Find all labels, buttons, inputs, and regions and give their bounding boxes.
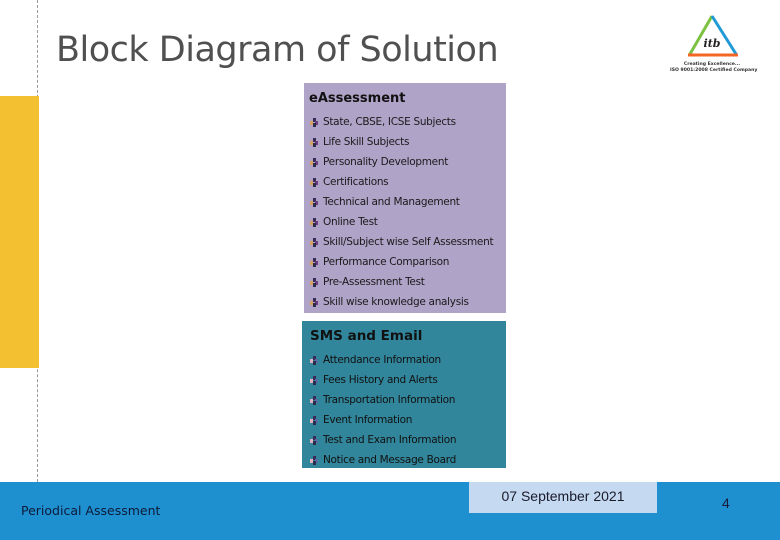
list-item-label: Skill wise knowledge analysis xyxy=(323,296,469,308)
bullet-icon xyxy=(310,297,318,307)
footer-date: 07 September 2021 xyxy=(469,482,657,513)
list-item-label: Fees History and Alerts xyxy=(323,374,438,386)
list-item-label: Performance Comparison xyxy=(323,256,450,268)
bullet-icon xyxy=(310,157,318,167)
list-item-label: Online Test xyxy=(323,216,378,228)
bullet-icon xyxy=(310,435,318,445)
slide-title: Block Diagram of Solution xyxy=(56,30,499,70)
list-item-label: Skill/Subject wise Self Assessment xyxy=(323,236,494,248)
bullet-icon xyxy=(310,257,318,267)
list-item-label: Certifications xyxy=(323,176,389,188)
company-logo: itb Creating Excellence... ISO 9001:2008… xyxy=(670,14,758,76)
eassessment-list: State, CBSE, ICSE Subjects Life Skill Su… xyxy=(310,112,494,312)
slide-footer: Periodical Assessment 07 September 2021 … xyxy=(0,482,780,540)
list-item: Certifications xyxy=(310,172,493,192)
logo-triangle-icon: itb xyxy=(688,15,738,57)
eassessment-title: eAssessment xyxy=(309,91,406,106)
list-item: Fees History and Alerts xyxy=(310,370,456,390)
list-item-label: Transportation Information xyxy=(323,394,456,406)
footer-text: Periodical Assessment xyxy=(21,503,161,518)
list-item: Skill wise knowledge analysis xyxy=(310,292,493,312)
logo-certification: ISO 9001:2008 Certified Company xyxy=(670,68,758,73)
bullet-icon xyxy=(310,217,318,227)
list-item: Performance Comparison xyxy=(310,252,493,272)
sms-email-title: SMS and Email xyxy=(310,328,423,344)
list-item-label: Pre-Assessment Test xyxy=(323,276,425,288)
bullet-icon xyxy=(310,117,318,127)
bullet-icon xyxy=(310,277,318,287)
bullet-icon xyxy=(310,395,318,405)
page-number: 4 xyxy=(722,495,730,511)
list-item: Technical and Management xyxy=(310,192,493,212)
list-item: Skill/Subject wise Self Assessment xyxy=(310,232,494,252)
list-item: Event Information xyxy=(310,410,456,430)
list-item-label: State, CBSE, ICSE Subjects xyxy=(323,116,456,128)
list-item: Personality Development xyxy=(310,152,493,172)
bullet-icon xyxy=(310,355,318,365)
eassessment-box: eAssessment State, CBSE, ICSE Subjects L… xyxy=(304,83,506,313)
sms-email-box: SMS and Email Attendance Information Fee… xyxy=(302,321,506,468)
list-item-label: Test and Exam Information xyxy=(323,434,457,446)
bullet-icon xyxy=(310,455,318,465)
logo-text: itb xyxy=(704,37,721,50)
list-item-label: Attendance Information xyxy=(323,354,441,366)
list-item-label: Event Information xyxy=(323,414,413,426)
accent-bar xyxy=(0,96,39,368)
list-item: Notice and Message Board xyxy=(310,450,456,470)
list-item: Pre-Assessment Test xyxy=(310,272,493,292)
bullet-icon xyxy=(310,375,318,385)
list-item: Test and Exam Information xyxy=(310,430,457,450)
list-item-label: Life Skill Subjects xyxy=(323,136,410,148)
bullet-icon xyxy=(310,197,318,207)
bullet-icon xyxy=(310,137,318,147)
list-item: Attendance Information xyxy=(310,350,456,370)
bullet-icon xyxy=(310,415,318,425)
list-item: State, CBSE, ICSE Subjects xyxy=(310,112,493,132)
bullet-icon xyxy=(310,177,318,187)
list-item-label: Personality Development xyxy=(323,156,449,168)
sms-email-list: Attendance Information Fees History and … xyxy=(310,350,457,470)
list-item-label: Technical and Management xyxy=(323,196,460,208)
bullet-icon xyxy=(310,237,318,247)
list-item: Online Test xyxy=(310,212,493,232)
list-item: Life Skill Subjects xyxy=(310,132,493,152)
list-item: Transportation Information xyxy=(310,390,456,410)
logo-tagline: Creating Excellence... xyxy=(683,62,741,67)
list-item-label: Notice and Message Board xyxy=(323,454,456,466)
